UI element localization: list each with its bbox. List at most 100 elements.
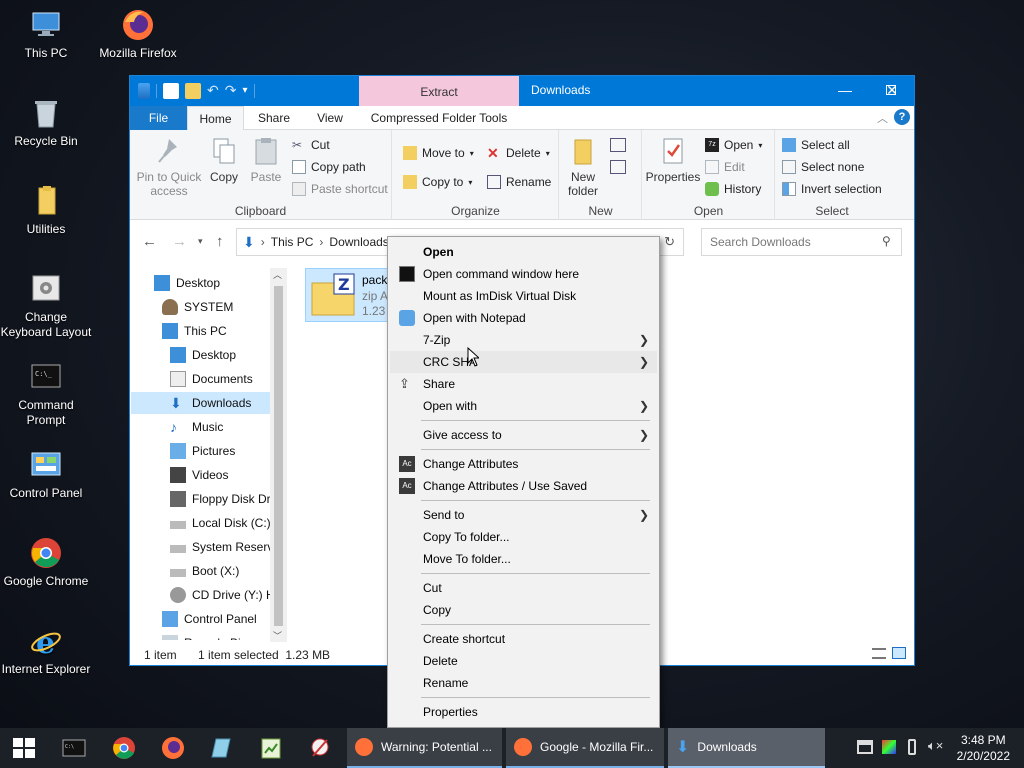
tab-share[interactable]: Share [248, 106, 300, 130]
recent-locations-icon[interactable]: ▾ [198, 236, 203, 247]
nav-item-local-disk[interactable]: Local Disk (C:) [170, 512, 271, 534]
desktop-icon-firefox[interactable]: Mozilla Firefox [92, 8, 184, 61]
nav-item-cd-drive[interactable]: CD Drive (Y:) H [170, 584, 275, 606]
tab-view[interactable]: View [304, 106, 356, 130]
breadcrumb-downloads[interactable]: Downloads [329, 235, 388, 249]
menu-item-open-command-window[interactable]: Open command window here [390, 263, 657, 285]
nav-item-desktop[interactable]: Desktop [154, 272, 220, 294]
nav-item-documents[interactable]: Documents [170, 368, 253, 390]
tray-color-icon[interactable] [882, 740, 896, 754]
copy-to-button[interactable]: Copy to ▾ [403, 175, 472, 189]
desktop-icon-control-panel[interactable]: Control Panel [0, 448, 92, 501]
menu-item-properties[interactable]: Properties [390, 701, 657, 723]
nav-item-boot[interactable]: Boot (X:) [170, 560, 239, 582]
tray-network-icon[interactable] [857, 740, 873, 754]
properties-check-icon[interactable] [163, 82, 179, 99]
forward-arrow-icon[interactable]: → [172, 233, 187, 250]
menu-item-mount-imdisk[interactable]: Mount as ImDisk Virtual Disk [390, 285, 657, 307]
menu-item-delete[interactable]: Delete [390, 650, 657, 672]
tab-compressed-folder-tools[interactable]: Compressed Folder Tools [359, 106, 519, 130]
nav-item-downloads[interactable]: ⬇ Downloads [170, 392, 251, 414]
taskbar-firefox-icon[interactable] [161, 736, 185, 760]
copy-button[interactable]: Copy [206, 136, 242, 184]
tab-file[interactable]: File [130, 106, 187, 130]
menu-item-create-shortcut[interactable]: Create shortcut [390, 628, 657, 650]
redo-icon[interactable]: ↷ [225, 82, 237, 99]
help-icon[interactable]: ? [894, 109, 910, 125]
taskbar-clock[interactable]: 3:48 PM 2/20/2022 [957, 732, 1010, 764]
menu-item-move-to-folder[interactable]: Move To folder... [390, 548, 657, 570]
menu-item-give-access[interactable]: Give access to ❯ [390, 424, 657, 446]
copy-path-button[interactable]: Copy path [292, 160, 366, 174]
taskbar-task-firefox-warning[interactable]: Warning: Potential ... [347, 728, 502, 768]
nav-item-control-panel[interactable]: Control Panel [162, 608, 257, 630]
open-button[interactable]: 7z Open ▾ [705, 138, 762, 152]
edit-button[interactable]: Edit [705, 160, 745, 174]
taskbar-snipping-icon[interactable] [308, 736, 332, 760]
menu-item-open-with[interactable]: Open with ❯ [390, 395, 657, 417]
close-button[interactable]: ✕ [869, 76, 915, 106]
move-to-button[interactable]: Move to ▾ [403, 146, 474, 160]
minimize-button[interactable]: — [822, 76, 868, 106]
taskbar-task-downloads[interactable]: ⬇ Downloads [668, 728, 825, 768]
nav-item-desktop-2[interactable]: Desktop [170, 344, 236, 366]
refresh-icon[interactable]: ↻ [664, 234, 675, 250]
contextual-tab-extract[interactable]: Extract [359, 76, 519, 106]
pin-quick-access-button[interactable]: Pin to Quick access [136, 136, 202, 198]
taskbar-editor-icon[interactable] [259, 736, 283, 760]
menu-item-cut[interactable]: Cut [390, 577, 657, 599]
desktop-icon-chrome[interactable]: Google Chrome [0, 536, 92, 589]
delete-button[interactable]: ✕ Delete ▾ [487, 146, 550, 160]
nav-pane-scrollbar[interactable]: ︿ ﹀ [270, 268, 287, 642]
select-all-button[interactable]: Select all [782, 138, 850, 152]
nav-item-floppy[interactable]: Floppy Disk Dri [170, 488, 273, 510]
scrollbar-thumb[interactable] [274, 286, 283, 626]
desktop-icon-command-prompt[interactable]: C:\_ Command Prompt [0, 360, 92, 428]
nav-item-pictures[interactable]: Pictures [170, 440, 235, 462]
customize-toolbar-icon[interactable]: ▾ [242, 85, 247, 96]
history-button[interactable]: History [705, 182, 761, 196]
menu-item-open-with-notepad[interactable]: Open with Notepad [390, 307, 657, 329]
tray-usb-icon[interactable] [908, 739, 916, 755]
taskbar-terminal-icon[interactable]: C:\ [62, 736, 86, 760]
nav-item-system[interactable]: SYSTEM [162, 296, 233, 318]
start-windows-icon[interactable] [13, 738, 35, 758]
breadcrumb-this-pc[interactable]: This PC [271, 235, 314, 249]
new-item-icon[interactable] [610, 138, 626, 152]
properties-button[interactable]: Properties [645, 136, 701, 184]
desktop-icon-keyboard-layout[interactable]: Change Keyboard Layout [0, 272, 92, 340]
menu-item-copy-to-folder[interactable]: Copy To folder... [390, 526, 657, 548]
details-view-icon[interactable] [872, 648, 886, 659]
tab-home[interactable]: Home [187, 106, 244, 131]
up-arrow-icon[interactable]: ↑ [216, 233, 224, 250]
menu-item-change-attributes[interactable]: Ac Change Attributes [390, 453, 657, 475]
collapse-ribbon-icon[interactable]: ︿ [877, 110, 888, 126]
menu-item-copy[interactable]: Copy [390, 599, 657, 621]
menu-item-change-attributes-saved[interactable]: Ac Change Attributes / Use Saved [390, 475, 657, 497]
search-input[interactable]: Search Downloads [701, 228, 902, 256]
desktop-icon-this-pc[interactable]: This PC [0, 8, 92, 61]
nav-item-videos[interactable]: Videos [170, 464, 228, 486]
large-icons-view-icon[interactable] [892, 647, 906, 659]
paste-shortcut-button[interactable]: Paste shortcut [292, 182, 388, 196]
menu-item-share[interactable]: ⇪ Share [390, 373, 657, 395]
menu-item-open[interactable]: Open [390, 241, 657, 263]
rename-button[interactable]: Rename [487, 175, 551, 189]
new-folder-button[interactable]: New folder [564, 136, 602, 198]
cut-button[interactable]: ✂ Cut [292, 138, 330, 152]
scroll-down-icon[interactable]: ﹀ [273, 629, 282, 642]
menu-item-7zip[interactable]: 7-Zip ❯ [390, 329, 657, 351]
taskbar-notepad-icon[interactable] [210, 736, 234, 760]
invert-selection-button[interactable]: Invert selection [782, 182, 882, 196]
easy-access-icon[interactable] [610, 160, 626, 174]
nav-item-system-reserved[interactable]: System Reserve [170, 536, 280, 558]
menu-item-send-to[interactable]: Send to ❯ [390, 504, 657, 526]
desktop-icon-utilities[interactable]: Utilities [0, 184, 92, 237]
new-folder-icon[interactable] [185, 82, 201, 99]
taskbar-chrome-icon[interactable] [112, 736, 136, 760]
file-item-zip[interactable]: Z pack zip A 1.23 [305, 268, 395, 322]
back-arrow-icon[interactable]: ← [142, 233, 157, 250]
undo-icon[interactable]: ↶ [207, 82, 219, 99]
nav-item-recycle-bin[interactable]: Recycle Bin [162, 632, 247, 640]
desktop-icon-internet-explorer[interactable]: e Internet Explorer [0, 624, 92, 677]
